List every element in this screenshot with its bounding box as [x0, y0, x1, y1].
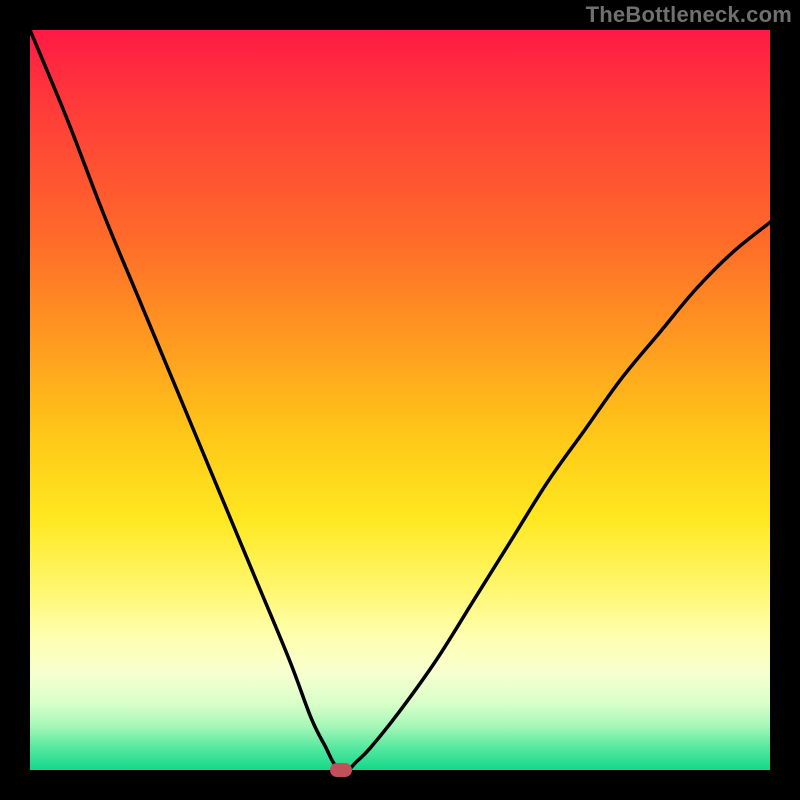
- optimal-point-marker: [330, 763, 352, 777]
- watermark-text: TheBottleneck.com: [586, 2, 792, 28]
- bottleneck-curve: [30, 30, 770, 770]
- plot-area: [30, 30, 770, 770]
- chart-frame: TheBottleneck.com: [0, 0, 800, 800]
